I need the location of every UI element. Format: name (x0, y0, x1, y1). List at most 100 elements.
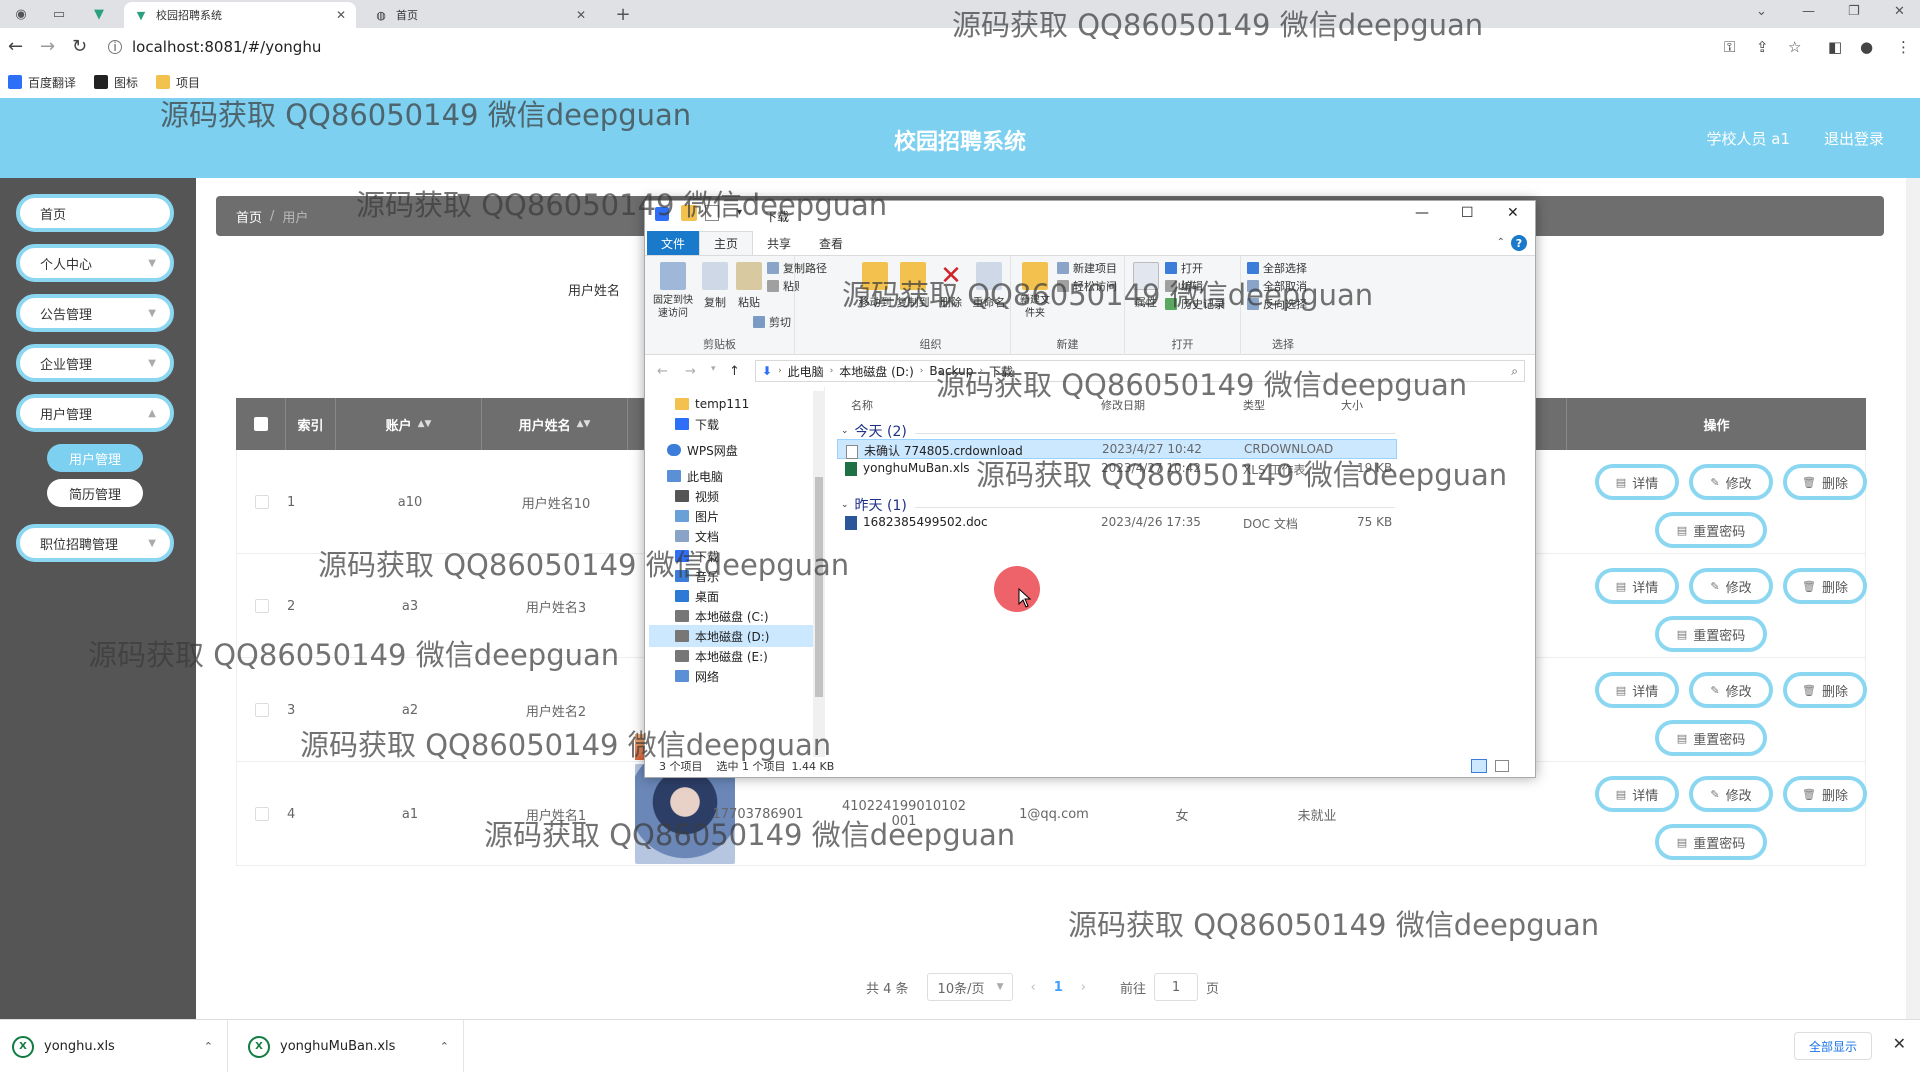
next-page-icon[interactable]: › (1081, 980, 1086, 995)
up-icon[interactable]: ↑ (729, 364, 740, 379)
tree-item[interactable]: WPS网盘 (667, 439, 817, 461)
new-tab-icon[interactable]: + (610, 4, 636, 25)
close-icon[interactable]: ✕ (336, 8, 346, 22)
tree-item[interactable]: 下载 (675, 413, 825, 435)
detail-button[interactable]: ▤ 详情 (1595, 464, 1679, 500)
minimize-icon[interactable]: — (1415, 205, 1429, 221)
sidebar-item-notice[interactable]: 公告管理 ▼ (16, 294, 174, 332)
bookmark-project[interactable]: 项目 (156, 74, 200, 91)
edit-button[interactable]: ✎ 修改 (1689, 568, 1773, 604)
group-today[interactable]: ⌄ 今天 (2) (841, 421, 907, 441)
sidebar-item-jobs[interactable]: 职位招聘管理 ▼ (16, 524, 174, 562)
share-icon[interactable]: ⇪ (1756, 38, 1769, 56)
goto-page-input[interactable]: 1 (1154, 973, 1199, 1001)
restore-icon[interactable]: ❐ (1848, 4, 1860, 19)
detail-button[interactable]: ▤ 详情 (1595, 672, 1679, 708)
tab-app[interactable]: ▼ 校园招聘系统 ✕ (124, 2, 356, 28)
back-icon[interactable]: ← (8, 36, 23, 57)
tree-item[interactable]: 本地磁盘 (C:) (675, 605, 825, 627)
close-icon[interactable]: ✕ (1507, 205, 1519, 221)
tab-view[interactable]: 查看 (805, 231, 857, 255)
profile-icon[interactable]: ◉ (8, 4, 34, 24)
tab-file[interactable]: 文件 (647, 231, 700, 255)
row-checkbox[interactable] (255, 807, 269, 821)
detail-button[interactable]: ▤ 详情 (1595, 568, 1679, 604)
page-number[interactable]: 1 (1054, 980, 1063, 995)
delete-button[interactable]: 🗑 删除 (1783, 464, 1867, 500)
star-icon[interactable]: ☆ (1788, 38, 1801, 56)
row-checkbox[interactable] (255, 599, 269, 613)
logout-link[interactable]: 退出登录 (1824, 128, 1884, 149)
delete-button[interactable]: 🗑 删除 (1783, 568, 1867, 604)
tree-item[interactable]: 桌面 (675, 585, 825, 607)
reset-password-button[interactable]: ▤ 重置密码 (1655, 720, 1767, 756)
tab-share[interactable]: 共享 (753, 231, 805, 255)
edit-button[interactable]: ✎ 修改 (1689, 776, 1773, 812)
download-item[interactable]: X yonghu.xls ⌃ (0, 1020, 228, 1072)
minimize-icon[interactable]: — (1802, 4, 1815, 19)
help-icon[interactable]: ? (1511, 235, 1527, 251)
tree-item[interactable]: 图片 (675, 505, 825, 527)
edit-button[interactable]: ✎ 修改 (1689, 464, 1773, 500)
select-all-checkbox[interactable] (253, 417, 268, 431)
delete-button[interactable]: 🗑 删除 (1783, 672, 1867, 708)
reset-password-button[interactable]: ▤ 重置密码 (1655, 512, 1767, 548)
pin-quick-access-button[interactable]: 固定到快速访问 (651, 262, 695, 320)
avatar-icon[interactable]: ● (1860, 38, 1873, 56)
back-icon[interactable]: ← (657, 364, 668, 379)
breadcrumb-home[interactable]: 首页 (236, 207, 262, 226)
tree-item[interactable]: 本地磁盘 (E:) (675, 645, 825, 667)
file-row[interactable]: 1682385499502.doc 2023/4/26 17:35 DOC 文档… (837, 513, 1397, 533)
page-scrollbar[interactable] (1906, 178, 1920, 1019)
large-icons-view-icon[interactable] (1495, 760, 1509, 772)
col-account[interactable]: 账户 ▲▼ (336, 398, 482, 450)
reload-icon[interactable]: ↻ (72, 36, 87, 57)
sidebar-item-company[interactable]: 企业管理 ▼ (16, 344, 174, 382)
sidebar-sub-user-manage[interactable]: 用户管理 (47, 444, 143, 472)
scroll-thumb[interactable] (815, 477, 823, 697)
forward-icon[interactable]: → (40, 36, 55, 57)
download-item[interactable]: X yonghuMuBan.xls ⌃ (228, 1020, 464, 1072)
tree-item[interactable]: 网络 (675, 665, 825, 687)
tab-strip-icon[interactable]: ▭ (46, 4, 72, 24)
show-all-downloads-button[interactable]: 全部显示 (1793, 1032, 1872, 1060)
col-name[interactable]: 名称 (851, 397, 873, 413)
tree-item[interactable]: temp111 (675, 393, 825, 415)
edit-button[interactable]: ✎ 修改 (1689, 672, 1773, 708)
chevron-down-icon[interactable]: ⌄ (1756, 4, 1767, 19)
recent-chevron-icon[interactable]: ▾ (711, 364, 716, 374)
vue-icon[interactable]: ▼ (86, 4, 112, 24)
close-window-icon[interactable]: ✕ (1894, 4, 1905, 19)
url-field[interactable]: i localhost:8081/#/yonghu (108, 36, 321, 58)
maximize-icon[interactable]: ☐ (1461, 205, 1474, 221)
bookmark-icons[interactable]: 图标 (94, 74, 138, 91)
menu-icon[interactable]: ⋮ (1896, 38, 1911, 56)
chevron-up-icon[interactable]: ⌃ (440, 1040, 449, 1053)
row-checkbox[interactable] (255, 495, 269, 509)
sidebar-icon[interactable]: ◧ (1828, 38, 1842, 56)
close-icon[interactable]: ✕ (576, 8, 586, 22)
reset-password-button[interactable]: ▤ 重置密码 (1655, 824, 1767, 860)
detail-button[interactable]: ▤ 详情 (1595, 776, 1679, 812)
details-view-icon[interactable] (1471, 759, 1487, 773)
key-icon[interactable]: ⚿ (1724, 38, 1735, 56)
tree-item[interactable]: 视频 (675, 485, 825, 507)
paste-button[interactable]: 粘贴 (733, 262, 765, 310)
sidebar-item-profile[interactable]: 个人中心 ▼ (16, 244, 174, 282)
copy-button[interactable]: 复制 (699, 262, 731, 310)
col-name[interactable]: 用户姓名 ▲▼ (482, 398, 628, 450)
row-checkbox[interactable] (255, 703, 269, 717)
group-yesterday[interactable]: ⌄ 昨天 (1) (841, 495, 907, 515)
page-size-select[interactable]: 10条/页 ▼ (926, 973, 1013, 1001)
bookmark-translate[interactable]: 百度翻译 (8, 74, 76, 91)
info-icon[interactable]: i (108, 40, 122, 54)
forward-icon[interactable]: → (685, 364, 696, 379)
sidebar-sub-resume-manage[interactable]: 简历管理 (47, 479, 143, 507)
reset-password-button[interactable]: ▤ 重置密码 (1655, 616, 1767, 652)
tree-item-selected[interactable]: 本地磁盘 (D:) (649, 625, 815, 647)
sidebar-item-home[interactable]: 首页 (16, 194, 174, 232)
prev-page-icon[interactable]: ‹ (1031, 980, 1036, 995)
close-download-bar-icon[interactable]: ✕ (1893, 1034, 1906, 1053)
paste-shortcut-button[interactable]: 粘贴快捷方式 (767, 278, 799, 294)
tab-home[interactable]: 主页 (699, 231, 754, 255)
